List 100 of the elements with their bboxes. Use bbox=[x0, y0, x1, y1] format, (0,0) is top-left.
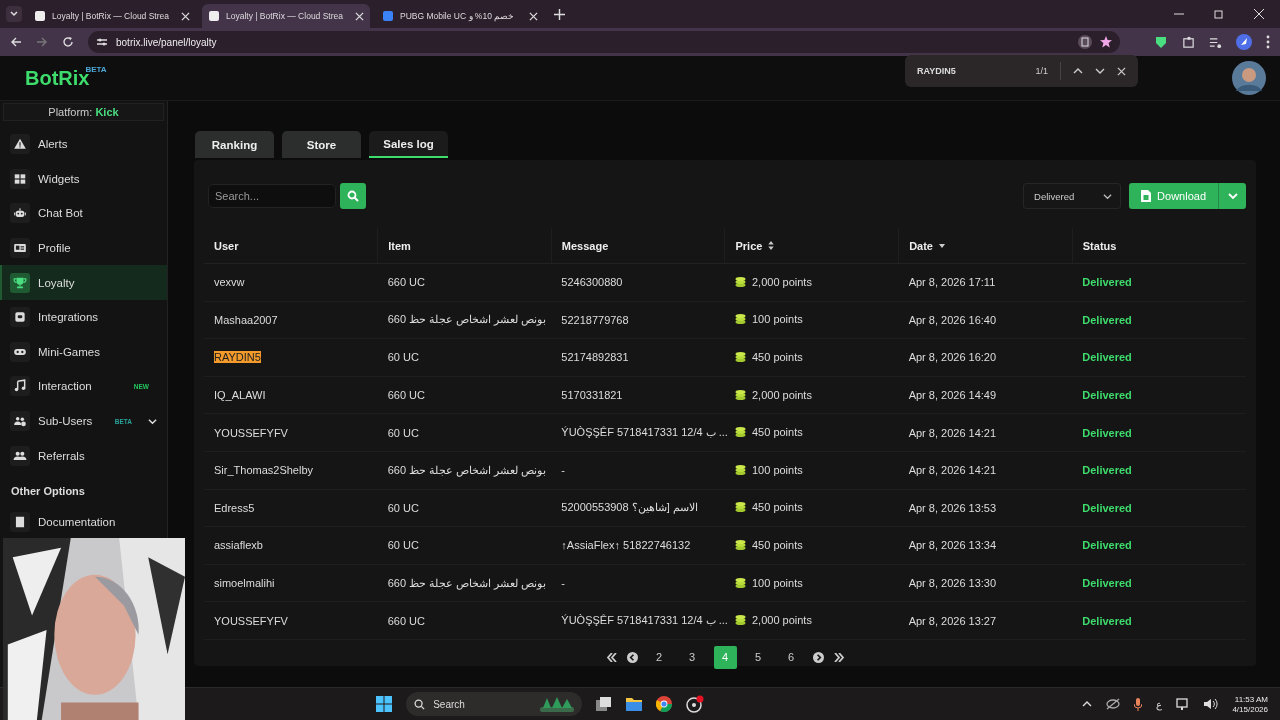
address-bar[interactable]: botrix.live/panel/loyalty bbox=[88, 31, 1120, 53]
download-options-button[interactable] bbox=[1218, 183, 1246, 209]
site-icon bbox=[34, 10, 46, 22]
browser-tab[interactable]: Loyalty | BotRix — Cloud Strea bbox=[28, 4, 196, 28]
table-cell: Apr 8, 2026 13:53 bbox=[898, 489, 1073, 527]
chevron-down-icon[interactable] bbox=[148, 416, 157, 426]
logo[interactable]: BotRix$^{BETA}$ bbox=[25, 66, 107, 90]
table-cell: 660 بونص لعشر اشخاص عجلة حظ bbox=[377, 451, 552, 490]
table-cell: Apr 8, 2026 13:34 bbox=[898, 526, 1073, 565]
close-icon[interactable] bbox=[1117, 66, 1126, 76]
sidebar-item[interactable]: Alerts bbox=[0, 127, 167, 162]
status-text: Delivered bbox=[1072, 451, 1246, 490]
status-dropdown[interactable]: Delivered bbox=[1023, 183, 1122, 209]
task-view-icon[interactable] bbox=[596, 697, 613, 711]
platform-label: Platform: Kick bbox=[3, 103, 164, 121]
taskbar-search[interactable]: Search bbox=[406, 692, 583, 716]
browser-tab[interactable]: PUBG Mobile UC خصم 10% و bbox=[376, 4, 544, 28]
avatar[interactable] bbox=[1232, 61, 1266, 95]
coins-icon bbox=[734, 615, 746, 626]
sidebar-item[interactable]: Loyalty bbox=[0, 265, 167, 300]
search-field[interactable]: Search... bbox=[208, 184, 336, 208]
sidebar-item[interactable]: Widgets bbox=[0, 161, 167, 197]
column-header[interactable]: Date bbox=[898, 228, 1073, 264]
site-icon bbox=[208, 10, 220, 22]
file-icon bbox=[1141, 190, 1152, 202]
camera-off-icon[interactable] bbox=[1106, 698, 1121, 710]
previous-match-icon[interactable] bbox=[1073, 67, 1083, 75]
table-cell: RAYDIN5 bbox=[214, 351, 261, 364]
tab[interactable]: Ranking bbox=[195, 131, 274, 158]
previous-page-icon[interactable] bbox=[626, 651, 638, 663]
browser-icon[interactable] bbox=[656, 696, 673, 712]
table-cell: Apr 8, 2026 13:27 bbox=[898, 601, 1073, 640]
table-cell: - bbox=[551, 564, 725, 602]
page-search-icon[interactable] bbox=[1078, 35, 1092, 49]
close-icon[interactable] bbox=[355, 11, 364, 21]
sidebar-item[interactable]: Referrals bbox=[0, 438, 167, 473]
browser-tab[interactable]: Loyalty | BotRix — Cloud Strea bbox=[202, 4, 370, 28]
close-icon[interactable] bbox=[1254, 9, 1264, 19]
column-header[interactable]: Price bbox=[724, 228, 899, 264]
new-tab-icon[interactable] bbox=[554, 8, 565, 20]
extension-icon[interactable] bbox=[1154, 35, 1168, 49]
site-icon bbox=[382, 10, 394, 22]
table-cell: 660 UC bbox=[377, 263, 552, 302]
profile-icon[interactable] bbox=[1236, 34, 1252, 50]
start-icon[interactable] bbox=[376, 696, 393, 712]
volume-icon[interactable] bbox=[1204, 698, 1219, 710]
puzzle-icon[interactable] bbox=[1182, 35, 1195, 49]
last-page-icon[interactable] bbox=[833, 652, 844, 662]
network-icon[interactable] bbox=[1176, 698, 1191, 710]
page-button[interactable]: 2 bbox=[647, 645, 671, 669]
section-heading: Other Options bbox=[10, 483, 86, 499]
chevron-down-icon bbox=[1103, 191, 1113, 201]
close-icon[interactable] bbox=[181, 11, 190, 21]
folder-icon[interactable] bbox=[626, 697, 643, 711]
clock-time[interactable]: 11:53 AM bbox=[1234, 694, 1268, 704]
reload-icon[interactable] bbox=[62, 36, 74, 48]
next-match-icon[interactable] bbox=[1095, 67, 1105, 75]
menu-item-icon bbox=[13, 137, 27, 152]
page-button[interactable]: 3 bbox=[680, 645, 704, 669]
find-query[interactable]: RAYDIN5 bbox=[917, 66, 956, 76]
table-cell: 52218779768 bbox=[551, 301, 725, 339]
tab[interactable]: Store bbox=[282, 131, 361, 158]
restore-icon[interactable] bbox=[1214, 9, 1224, 19]
search-button[interactable] bbox=[340, 183, 366, 209]
sidebar-item[interactable]: Documentation bbox=[0, 504, 167, 540]
back-icon[interactable] bbox=[10, 36, 22, 48]
table-cell: YOUSSEFYFV bbox=[214, 426, 288, 439]
microphone-icon[interactable] bbox=[1134, 697, 1143, 711]
table-cell: 2,000 points bbox=[751, 275, 812, 288]
status-text: Delivered bbox=[1072, 489, 1246, 527]
forest-icon bbox=[540, 696, 575, 712]
recording-app-icon[interactable] bbox=[686, 695, 705, 713]
table-cell: vexvw bbox=[214, 276, 245, 289]
menu-icon[interactable] bbox=[1266, 35, 1270, 49]
sidebar-item[interactable]: Integrations bbox=[0, 299, 167, 335]
tab-list-button[interactable] bbox=[6, 6, 22, 22]
sidebar-item[interactable]: Profile bbox=[0, 230, 167, 266]
star-icon[interactable] bbox=[1100, 36, 1112, 48]
page-button[interactable]: 6 bbox=[779, 645, 803, 669]
media-icon[interactable] bbox=[1209, 35, 1222, 49]
table-cell: ÝUÒŞŞÊF 5718417331 12/4 ب ... bbox=[551, 601, 725, 640]
language-indicator[interactable]: ع bbox=[1156, 698, 1163, 710]
column-header: Item bbox=[377, 228, 552, 264]
first-page-icon[interactable] bbox=[606, 652, 617, 662]
clock-date[interactable]: 4/15/2026 bbox=[1232, 704, 1268, 714]
site-settings-icon[interactable] bbox=[96, 36, 108, 48]
chevron-up-icon[interactable] bbox=[1082, 700, 1093, 708]
tab[interactable]: Sales log bbox=[369, 131, 448, 158]
forward-icon[interactable] bbox=[36, 36, 48, 48]
page-button[interactable]: 5 bbox=[746, 645, 770, 669]
status-text: Delivered bbox=[1072, 301, 1246, 339]
sidebar-item[interactable]: Chat Bot bbox=[0, 196, 167, 231]
table-cell: 52174892831 bbox=[551, 338, 725, 377]
coins-icon bbox=[734, 427, 746, 438]
close-icon[interactable] bbox=[529, 11, 538, 21]
sidebar-item[interactable]: Mini-Games bbox=[0, 334, 167, 370]
menu-item-icon bbox=[13, 310, 27, 325]
status-text: Delivered bbox=[1072, 376, 1246, 414]
next-page-icon[interactable] bbox=[812, 651, 824, 663]
coins-icon bbox=[734, 352, 746, 362]
